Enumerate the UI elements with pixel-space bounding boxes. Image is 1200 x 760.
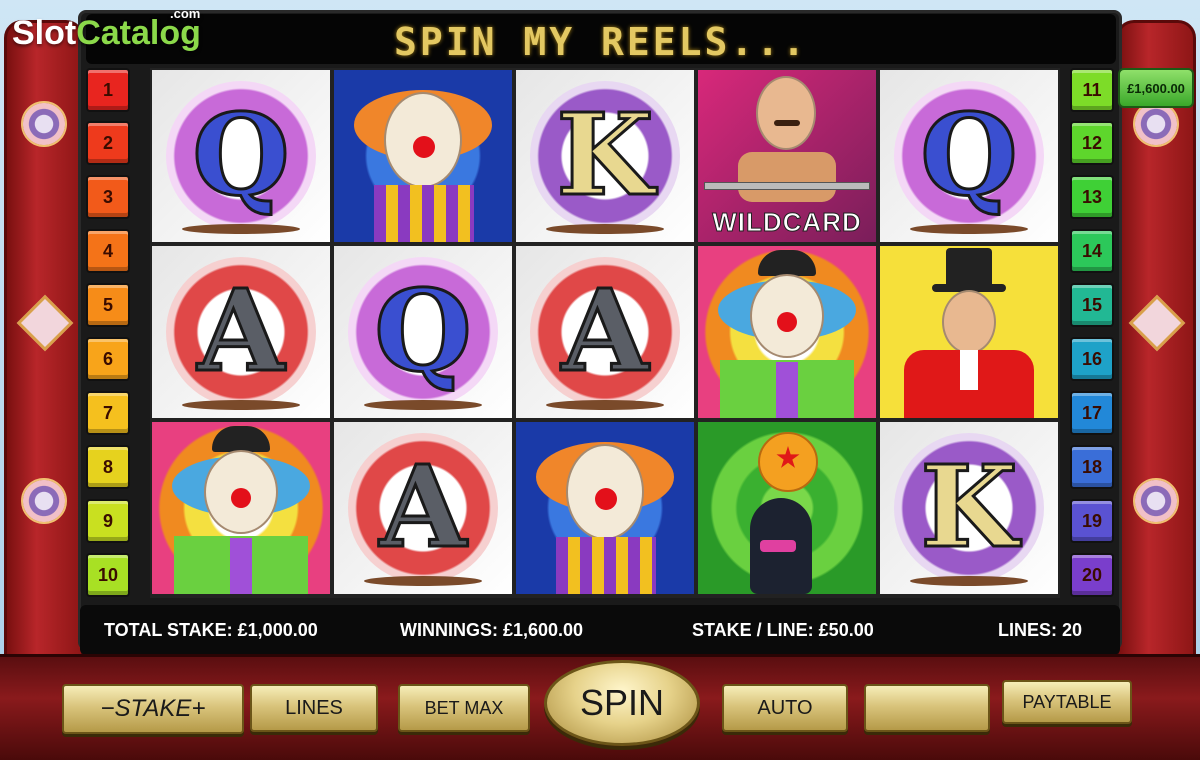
reel-symbol-ace: A: [516, 246, 694, 418]
total-stake-text: TOTAL STAKE: £1,000.00: [104, 620, 318, 640]
queen-letter: Q: [373, 266, 474, 397]
reel-symbol-clown-bowler: [698, 246, 876, 418]
payline-16-button[interactable]: 16: [1070, 337, 1114, 381]
payline-15-button[interactable]: 15: [1070, 283, 1114, 327]
spin-button[interactable]: SPIN: [544, 660, 700, 746]
queen-letter: Q: [919, 90, 1020, 221]
game-title: SPIN MY REELS...: [393, 20, 809, 64]
lines-button[interactable]: LINES: [250, 684, 378, 732]
payline-6-button[interactable]: 6: [86, 337, 130, 381]
bet-max-button[interactable]: BET MAX: [398, 684, 530, 732]
payline-12-button[interactable]: 12: [1070, 121, 1114, 165]
ace-letter: A: [196, 266, 286, 397]
stake-per-line-text: STAKE / LINE: £50.00: [692, 620, 874, 640]
reel-symbol-ace: A: [334, 422, 512, 594]
payline-18-button[interactable]: 18: [1070, 445, 1114, 489]
right-ornament-panel: [1116, 20, 1196, 670]
ornament-icon: [1133, 478, 1179, 524]
reel-symbol-queen: Q: [152, 70, 330, 242]
payline-14-button[interactable]: 14: [1070, 229, 1114, 273]
reel-symbol-clown: [516, 422, 694, 594]
reel-symbol-clown: [334, 70, 512, 242]
payline-11-button[interactable]: 11: [1070, 68, 1114, 112]
payline-13-button[interactable]: 13: [1070, 175, 1114, 219]
ornament-icon: [21, 478, 67, 524]
payline-1-button[interactable]: 1: [86, 68, 130, 112]
lines-count-text: LINES: 20: [998, 620, 1083, 640]
info-bar: TOTAL STAKE: £1,000.00 WINNINGS: £1,600.…: [80, 605, 1120, 655]
payline-19-button[interactable]: 19: [1070, 499, 1114, 543]
reel-symbol-queen: Q: [880, 70, 1058, 242]
payline-7-button[interactable]: 7: [86, 391, 130, 435]
king-letter: K: [919, 442, 1019, 573]
queen-letter: Q: [191, 90, 292, 221]
ace-letter: A: [560, 266, 650, 397]
stake-button[interactable]: −STAKE+: [62, 684, 244, 734]
wildcard-label: WILDCARD: [712, 207, 862, 238]
reel-symbol-ringmaster: [880, 246, 1058, 418]
payline-4-button[interactable]: 4: [86, 229, 130, 273]
reels-grid: Q K WILDCARD Q A Q A A K: [150, 68, 1060, 598]
slot-game: SPIN MY REELS... SlotCatalog .com 1 2 3 …: [0, 0, 1200, 760]
ace-letter: A: [378, 442, 468, 573]
payline-20-button[interactable]: 20: [1070, 553, 1114, 597]
logo-suffix: .com: [170, 6, 201, 21]
blank-button[interactable]: [864, 684, 990, 732]
payline-8-button[interactable]: 8: [86, 445, 130, 489]
reel-symbol-seal: [698, 422, 876, 594]
reel-symbol-ace: A: [152, 246, 330, 418]
payline-9-button[interactable]: 9: [86, 499, 130, 543]
diamond-ornament-icon: [1128, 294, 1186, 352]
payline-3-button[interactable]: 3: [86, 175, 130, 219]
diamond-ornament-icon: [16, 294, 74, 352]
reel-symbol-clown-bowler: [152, 422, 330, 594]
logo-part-1: Slot: [12, 14, 77, 52]
king-letter: K: [555, 90, 655, 221]
reel-symbol-king: K: [516, 70, 694, 242]
watermark-logo: SlotCatalog .com: [12, 6, 201, 53]
winnings-text: WINNINGS: £1,600.00: [400, 620, 584, 640]
left-ornament-panel: [4, 20, 84, 670]
ornament-icon: [21, 101, 67, 147]
payline-10-button[interactable]: 10: [86, 553, 130, 597]
reel-symbol-queen: Q: [334, 246, 512, 418]
reel-symbol-king: K: [880, 422, 1058, 594]
paytable-button[interactable]: PAYTABLE: [1002, 680, 1132, 724]
reel-symbol-strongman-wildcard: WILDCARD: [698, 70, 876, 242]
win-amount-badge: £1,600.00: [1118, 68, 1194, 108]
title-bar: SPIN MY REELS...: [86, 14, 1116, 64]
payline-17-button[interactable]: 17: [1070, 391, 1114, 435]
payline-2-button[interactable]: 2: [86, 121, 130, 165]
auto-button[interactable]: AUTO: [722, 684, 848, 732]
payline-5-button[interactable]: 5: [86, 283, 130, 327]
